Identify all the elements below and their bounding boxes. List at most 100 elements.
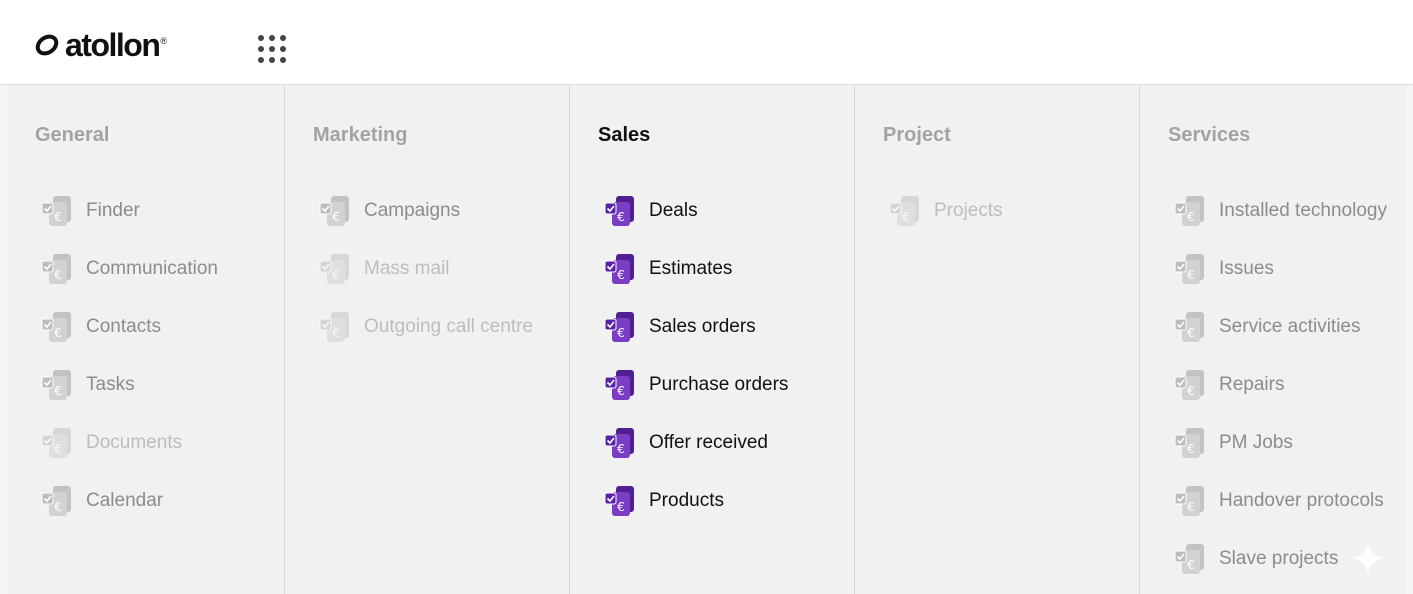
module-list: € Campaigns € Mass mail € Outgoing call centr… [318,182,533,356]
module-item-label: Communication [86,258,218,279]
module-item-campaigns[interactable]: € Campaigns [318,182,533,240]
document-euro-icon: € [604,428,634,458]
module-item-label: Campaigns [364,200,461,221]
module-item-label: Purchase orders [649,374,789,395]
column-title: Project [883,124,951,146]
document-euro-icon: € [604,370,634,400]
menu-column-marketing: Marketing € Campaigns € Mass mail € Outgoing c… [285,86,570,594]
module-item-label: Tasks [86,374,135,395]
svg-text:€: € [54,326,62,340]
svg-text:€: € [1187,268,1195,282]
module-item-label: Installed technology [1219,200,1387,221]
column-title: General [35,124,110,146]
module-item-products[interactable]: € Products [603,472,788,530]
document-euro-icon: € [1174,544,1204,574]
module-item-label: Contacts [86,316,161,337]
document-euro-icon: € [604,254,634,284]
svg-text:€: € [54,500,62,514]
module-item-installed-technology[interactable]: € Installed technology [1173,182,1387,240]
svg-text:€: € [54,210,62,224]
module-item-label: Finder [86,200,140,221]
module-list: € Finder € Communication € Contacts € Tasks € Doc… [40,182,218,530]
document-euro-icon: € [604,312,634,342]
sparkle-icon [1350,540,1386,576]
top-bar: atollon ® [0,0,1413,85]
document-euro-icon: € [1174,428,1204,458]
module-item-service-activities[interactable]: € Service activities [1173,298,1387,356]
module-item-label: Sales orders [649,316,756,337]
svg-text:€: € [617,268,625,282]
svg-text:€: € [902,210,910,224]
svg-text:€: € [1187,558,1195,572]
module-item-communication[interactable]: € Communication [40,240,218,298]
document-euro-icon: € [41,312,71,342]
svg-text:€: € [1187,210,1195,224]
logo-text: atollon [65,27,161,63]
module-item-tasks[interactable]: € Tasks [40,356,218,414]
module-item-pm-jobs[interactable]: € PM Jobs [1173,414,1387,472]
module-list: € Projects [888,182,1003,240]
module-item-contacts[interactable]: € Contacts [40,298,218,356]
svg-text:€: € [1187,442,1195,456]
svg-text:€: € [1187,384,1195,398]
svg-text:€: € [54,268,62,282]
grid-dots-icon[interactable] [258,35,290,67]
menu-column-general: General € Finder € Communication € Contacts € Ta… [7,86,285,594]
module-item-purchase-orders[interactable]: € Purchase orders [603,356,788,414]
atollon-logo[interactable]: atollon ® [33,27,168,63]
module-item-label: Outgoing call centre [364,316,533,337]
module-item-label: Calendar [86,490,164,511]
module-item-outgoing-call-centre[interactable]: € Outgoing call centre [318,298,533,356]
module-item-documents[interactable]: € Documents [40,414,218,472]
document-euro-icon: € [1174,196,1204,226]
module-item-mass-mail[interactable]: € Mass mail [318,240,533,298]
module-item-label: Service activities [1219,316,1361,337]
module-item-label: Deals [649,200,698,221]
column-title: Services [1168,124,1251,146]
module-list: € Installed technology € Issues € Service act… [1173,182,1387,588]
module-item-calendar[interactable]: € Calendar [40,472,218,530]
svg-text:€: € [332,210,340,224]
svg-text:€: € [54,442,62,456]
document-euro-icon: € [604,486,634,516]
svg-text:€: € [332,268,340,282]
svg-text:€: € [617,210,625,224]
svg-text:€: € [617,326,625,340]
document-euro-icon: € [1174,312,1204,342]
document-euro-icon: € [319,196,349,226]
svg-text:€: € [332,326,340,340]
module-item-finder[interactable]: € Finder [40,182,218,240]
column-title: Sales [598,124,651,146]
menu-column-services: Services € Installed technology € Issues € Ser… [1140,86,1406,594]
module-item-label: Issues [1219,258,1274,279]
document-euro-icon: € [319,312,349,342]
module-item-repairs[interactable]: € Repairs [1173,356,1387,414]
module-item-issues[interactable]: € Issues [1173,240,1387,298]
module-item-label: PM Jobs [1219,432,1293,453]
module-item-label: Slave projects [1219,548,1339,569]
svg-text:€: € [1187,500,1195,514]
svg-text:€: € [54,384,62,398]
module-item-projects[interactable]: € Projects [888,182,1003,240]
module-item-sales-orders[interactable]: € Sales orders [603,298,788,356]
module-item-deals[interactable]: € Deals [603,182,788,240]
document-euro-icon: € [41,254,71,284]
module-item-estimates[interactable]: € Estimates [603,240,788,298]
module-menu-panel: General € Finder € Communication € Contacts € Ta… [7,86,1406,594]
module-item-label: Documents [86,432,183,453]
module-item-label: Handover protocols [1219,490,1384,511]
document-euro-icon: € [41,370,71,400]
document-euro-icon: € [889,196,919,226]
module-item-label: Repairs [1219,374,1285,395]
svg-text:€: € [1187,326,1195,340]
document-euro-icon: € [1174,254,1204,284]
menu-column-sales: Sales € Deals € Estimates € Sales orders € Purch… [570,86,855,594]
document-euro-icon: € [604,196,634,226]
svg-text:€: € [617,442,625,456]
logo-registered-mark: ® [160,36,168,46]
module-item-offer-received[interactable]: € Offer received [603,414,788,472]
module-item-label: Products [649,490,724,511]
module-item-handover-protocols[interactable]: € Handover protocols [1173,472,1387,530]
svg-text:€: € [617,500,625,514]
module-list: € Deals € Estimates € Sales orders € Purchase o… [603,182,788,530]
